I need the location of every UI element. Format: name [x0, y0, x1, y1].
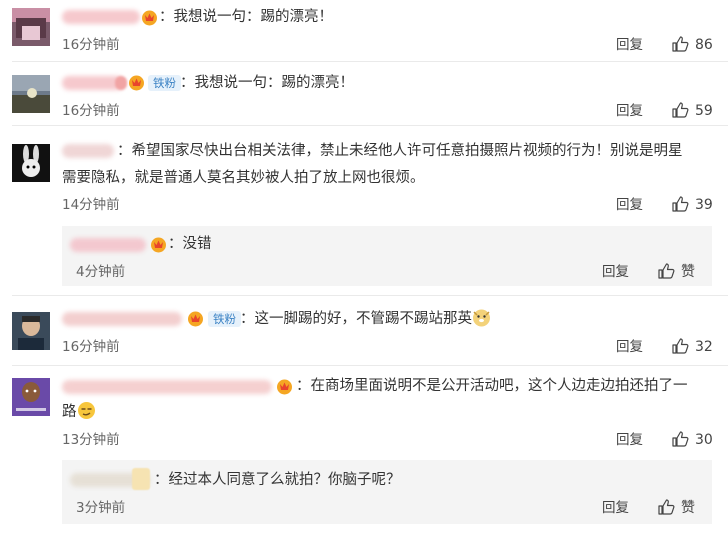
like-count: 32	[695, 339, 713, 355]
avatar[interactable]	[12, 144, 50, 182]
comment-2: 铁粉 ：我想说一句：踢的漂亮！ 16分钟前 回复 59	[0, 62, 728, 126]
like-label[interactable]: 赞	[681, 263, 695, 281]
comment-text-body: ：这一脚踢的好，不管踢不踢站那英	[240, 311, 472, 327]
vip-badge-icon	[187, 310, 204, 327]
vip-badge-icon	[150, 236, 167, 253]
reply-time: 3分钟前	[76, 500, 126, 516]
comment-text-body: 路	[62, 404, 77, 420]
reply-button[interactable]: 回复	[616, 431, 643, 449]
username[interactable]	[62, 144, 114, 158]
comment-text-line2: 需要隐私，就是普通人莫名其妙被人拍了放上网也很烦。	[62, 170, 425, 186]
like-count: 30	[695, 432, 713, 448]
avatar[interactable]	[12, 378, 50, 416]
thumbs-up-icon[interactable]	[671, 430, 689, 448]
reply-button[interactable]: 回复	[602, 263, 629, 281]
like-count: 59	[695, 103, 713, 119]
vip-badge-icon	[141, 9, 158, 26]
vip-badge-icon	[128, 74, 145, 91]
reply-text: ：经过本人同意了么就拍？你脑子呢？	[154, 472, 401, 488]
comment-4: 铁粉 ：这一脚踢的好，不管踢不踢站那英 16分钟前 回复 32	[0, 296, 728, 366]
comment-5: ：在商场里面说明不是公开活动吧，这个人边走边拍还拍了一 路 13分钟前 回复 3…	[0, 366, 728, 538]
username-avatar-frame	[132, 468, 150, 490]
thumbs-up-icon[interactable]	[657, 262, 675, 280]
like-label[interactable]: 赞	[681, 499, 695, 517]
avatar[interactable]	[12, 75, 50, 113]
sub-reply: ：没错 4分钟前 回复 赞	[62, 226, 712, 286]
like-count: 86	[695, 37, 713, 53]
username[interactable]	[70, 238, 146, 252]
comment-text: ：我想说一句：踢的漂亮！	[159, 9, 333, 25]
vip-badge-icon	[276, 378, 293, 395]
smirk-emoji-icon	[77, 401, 96, 420]
reply-time: 4分钟前	[76, 264, 126, 280]
comment-text: ：这一脚踢的好，不管踢不踢站那英	[240, 308, 491, 331]
comment-time: 14分钟前	[62, 197, 120, 213]
reply-button[interactable]: 回复	[616, 102, 643, 120]
doge-emoji-icon	[472, 308, 491, 327]
reply-button[interactable]: 回复	[616, 196, 643, 214]
comment-time: 16分钟前	[62, 103, 120, 119]
thumbs-up-icon[interactable]	[671, 35, 689, 53]
reply-button[interactable]: 回复	[616, 36, 643, 54]
comment-text-line1: ：希望国家尽快出台相关法律，禁止未经他人许可任意拍摄照片视频的行为！别说是明星	[117, 143, 683, 159]
comment-text-line2: 路	[62, 401, 96, 424]
comment-time: 16分钟前	[62, 339, 120, 355]
username[interactable]	[62, 312, 182, 326]
reply-text: ：没错	[168, 236, 212, 252]
fan-badge[interactable]: 铁粉	[208, 311, 241, 327]
comment-text: ：我想说一句：踢的漂亮！	[180, 75, 354, 91]
username-suffix	[115, 76, 127, 90]
thumbs-up-icon[interactable]	[671, 337, 689, 355]
avatar[interactable]	[12, 8, 50, 46]
thumbs-up-icon[interactable]	[657, 498, 675, 516]
thumbs-up-icon[interactable]	[671, 101, 689, 119]
comment-3: ：希望国家尽快出台相关法律，禁止未经他人许可任意拍摄照片视频的行为！别说是明星 …	[0, 126, 728, 296]
thumbs-up-icon[interactable]	[671, 195, 689, 213]
username[interactable]	[62, 380, 272, 394]
avatar[interactable]	[12, 312, 50, 350]
fan-badge[interactable]: 铁粉	[148, 75, 181, 91]
username[interactable]	[62, 10, 140, 24]
comment-time: 13分钟前	[62, 432, 120, 448]
sub-reply: ：经过本人同意了么就拍？你脑子呢？ 3分钟前 回复 赞	[62, 460, 712, 524]
comment-1: ：我想说一句：踢的漂亮！ 16分钟前 回复 86	[0, 0, 728, 62]
like-count: 39	[695, 197, 713, 213]
reply-button[interactable]: 回复	[602, 499, 629, 517]
comment-time: 16分钟前	[62, 37, 120, 53]
comment-text-line1: ：在商场里面说明不是公开活动吧，这个人边走边拍还拍了一	[296, 378, 688, 394]
reply-button[interactable]: 回复	[616, 338, 643, 356]
